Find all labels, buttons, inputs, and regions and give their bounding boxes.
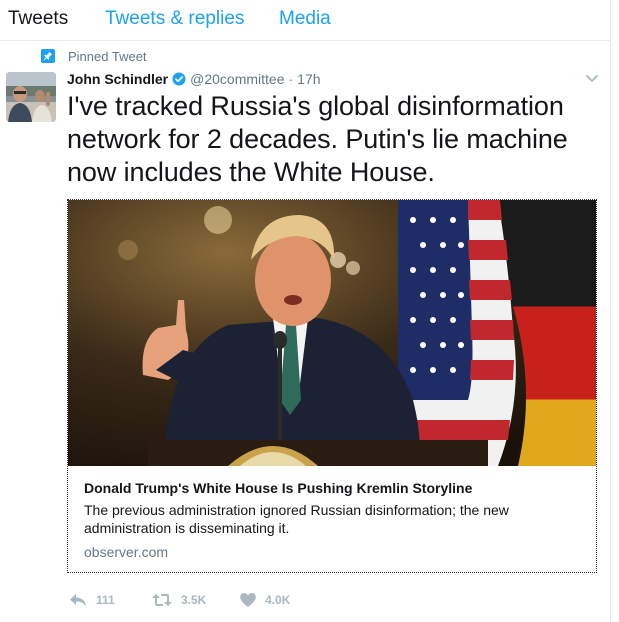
retweet-count: 3.5K: [181, 593, 207, 607]
pin-icon: [41, 49, 55, 63]
like-count: 4.0K: [265, 593, 291, 607]
profile-tabs: Tweets Tweets & replies Media: [0, 0, 610, 41]
card-title: Donald Trump's White House Is Pushing Kr…: [84, 480, 473, 496]
author-name[interactable]: John Schindler: [67, 71, 168, 87]
header-separator: ·: [288, 71, 294, 87]
tab-tweets[interactable]: Tweets: [8, 8, 68, 30]
retweet-button[interactable]: 3.5K: [151, 592, 206, 608]
pinned-tweet-context: Pinned Tweet: [41, 48, 147, 64]
like-button[interactable]: 4.0K: [239, 592, 290, 608]
tweet-header: John Schindler @20committee · 17h: [67, 70, 321, 88]
chevron-down-icon[interactable]: [585, 72, 599, 84]
reply-icon: [68, 592, 88, 608]
avatar[interactable]: [6, 72, 56, 122]
reply-count: 111: [96, 593, 115, 607]
like-icon: [239, 592, 257, 608]
tweet-timestamp[interactable]: 17h: [297, 71, 320, 87]
author-handle[interactable]: @20committee: [190, 71, 284, 87]
tab-tweets-and-replies[interactable]: Tweets & replies: [105, 8, 244, 30]
card-image: [68, 200, 596, 466]
link-card[interactable]: Donald Trump's White House Is Pushing Kr…: [67, 199, 597, 573]
timeline-right-border: [610, 0, 611, 622]
tweet-text: I've tracked Russia's global disinformat…: [67, 91, 568, 187]
card-domain: observer.com: [84, 544, 169, 560]
tab-media[interactable]: Media: [279, 8, 331, 30]
card-description: The previous administration ignored Russ…: [84, 502, 509, 536]
retweet-icon: [151, 592, 173, 608]
pinned-tweet-label: Pinned Tweet: [68, 48, 147, 64]
reply-button[interactable]: 111: [68, 592, 115, 608]
verified-badge-icon: [172, 72, 186, 86]
